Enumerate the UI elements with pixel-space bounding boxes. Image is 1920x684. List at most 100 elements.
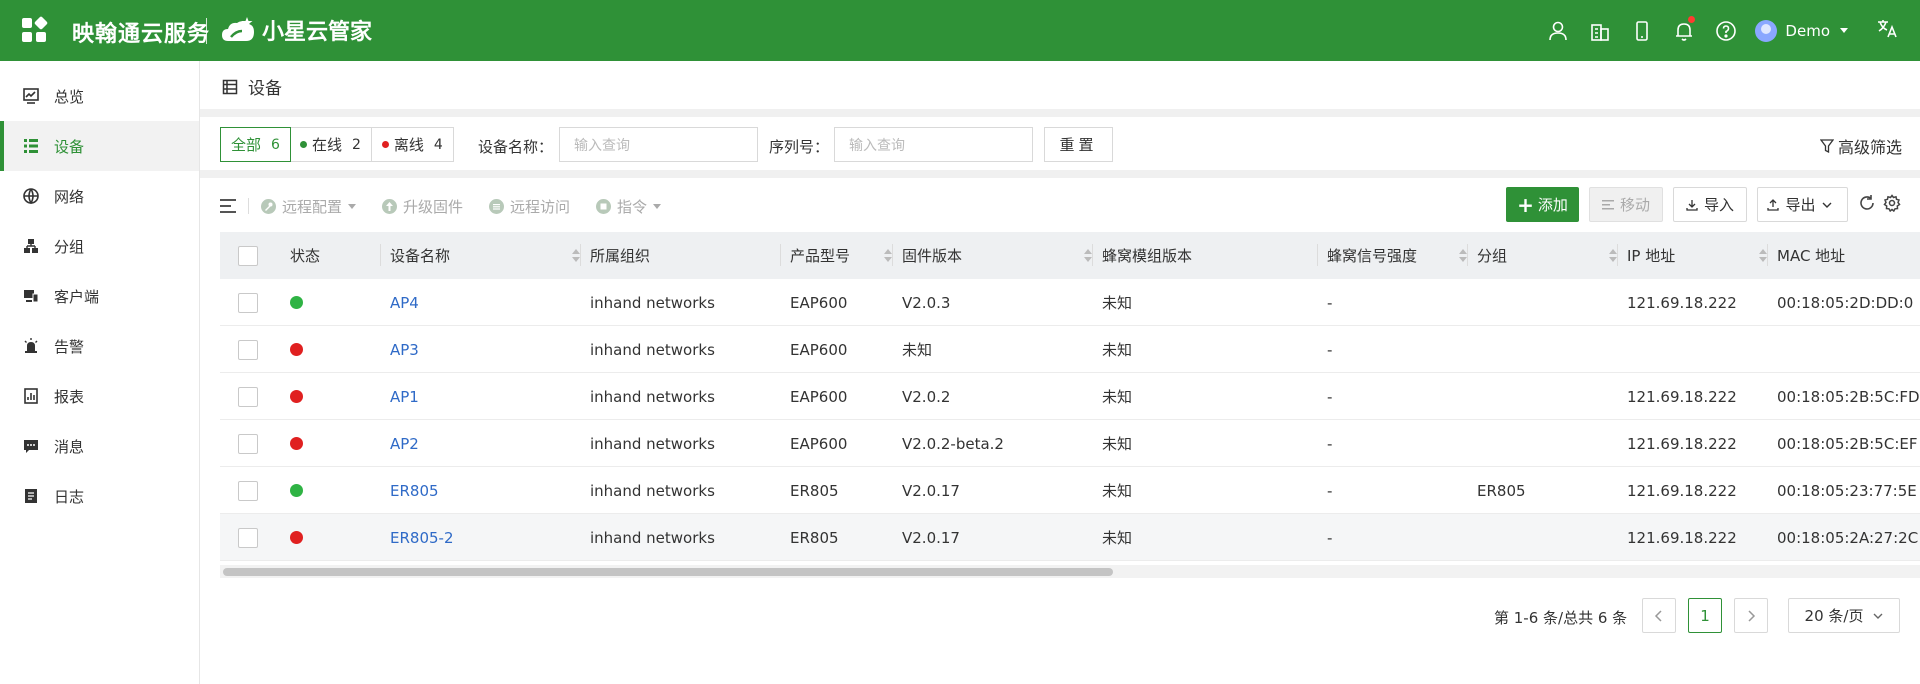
scrollbar-thumb[interactable] <box>223 568 1113 576</box>
cell-module-cell: 未知 <box>1102 388 1133 406</box>
sidebar-item-clients[interactable]: 客户端 <box>0 271 199 321</box>
table-row[interactable]: AP1 inhand networks EAP600 V2.0.2 未知 - 1… <box>220 373 1920 420</box>
firmware-cell: 未知 <box>902 341 933 359</box>
row-checkbox[interactable] <box>238 420 258 467</box>
user-account-icon[interactable] <box>1545 18 1571 44</box>
upgrade-firmware-button[interactable]: 升级固件 <box>382 196 463 217</box>
sidebar-item-alarms[interactable]: 告警 <box>0 321 199 371</box>
cell-module-cell: 未知 <box>1102 529 1133 547</box>
export-button[interactable]: 导出 <box>1757 187 1848 222</box>
offline-status-dot <box>290 531 303 544</box>
import-button[interactable]: 导入 <box>1673 187 1747 222</box>
sort-icon <box>572 249 580 263</box>
sidebar: 总览 设备 网络 分组 客户端 告警 报表 消息 日志 <box>0 61 200 684</box>
tab-all[interactable]: 全部 6 <box>220 127 291 162</box>
row-checkbox[interactable] <box>238 514 258 561</box>
cell-module-cell: 未知 <box>1102 435 1133 453</box>
sidebar-item-reports[interactable]: 报表 <box>0 371 199 421</box>
table-row[interactable]: AP3 inhand networks EAP600 未知 未知 - <box>220 326 1920 373</box>
column-model[interactable]: 产品型号 <box>790 232 902 279</box>
gear-icon[interactable] <box>1883 194 1901 212</box>
sidebar-item-groups[interactable]: 分组 <box>0 221 199 271</box>
notification-bell-icon[interactable] <box>1671 15 1697 44</box>
sidebar-item-overview[interactable]: 总览 <box>0 71 199 121</box>
help-icon[interactable] <box>1713 18 1739 44</box>
table-row[interactable]: ER805-2 inhand networks ER805 V2.0.17 未知… <box>220 514 1920 561</box>
row-checkbox[interactable] <box>238 373 258 420</box>
add-label: 添加 <box>1537 196 1568 214</box>
toolbar-label: 指令 <box>617 197 648 216</box>
serial-input[interactable]: 输入查询 <box>834 127 1033 162</box>
column-list-icon[interactable] <box>220 199 236 213</box>
move-button[interactable]: 移动 <box>1589 187 1663 222</box>
device-name-link[interactable]: ER805 <box>390 467 439 514</box>
sidebar-item-messages[interactable]: 消息 <box>0 421 199 471</box>
table-row[interactable]: AP4 inhand networks EAP600 V2.0.3 未知 - 1… <box>220 279 1920 326</box>
page-number-button[interactable]: 1 <box>1688 598 1722 633</box>
apps-grid-icon[interactable] <box>22 15 49 44</box>
column-group[interactable]: 分组 <box>1477 232 1627 279</box>
horizontal-scrollbar[interactable] <box>220 565 1920 578</box>
sidebar-item-label: 消息 <box>54 437 85 456</box>
language-switch-icon[interactable] <box>1876 17 1898 44</box>
tab-online[interactable]: 在线 2 <box>290 128 372 161</box>
table-row[interactable]: AP2 inhand networks EAP600 V2.0.2-beta.2… <box>220 420 1920 467</box>
row-checkbox[interactable] <box>238 467 258 514</box>
device-name-link[interactable]: AP1 <box>390 373 419 420</box>
tab-label: 全部 <box>231 136 262 154</box>
sidebar-item-label: 日志 <box>54 487 85 506</box>
sidebar-item-logs[interactable]: 日志 <box>0 471 199 521</box>
command-button[interactable]: 指令 <box>596 196 662 217</box>
user-menu[interactable]: Demo <box>1755 19 1848 42</box>
row-checkbox[interactable] <box>238 279 258 326</box>
next-page-button[interactable] <box>1734 598 1768 633</box>
ip-cell: 121.69.18.222 <box>1627 528 1737 547</box>
sort-icon <box>884 249 892 263</box>
device-name-link[interactable]: AP2 <box>390 420 419 467</box>
online-status-dot <box>290 296 303 309</box>
import-label: 导入 <box>1703 196 1734 214</box>
table-row[interactable]: ER805 inhand networks ER805 V2.0.17 未知 -… <box>220 467 1920 514</box>
add-button[interactable]: + 添加 <box>1506 187 1579 222</box>
sidebar-item-network[interactable]: 网络 <box>0 171 199 221</box>
mobile-icon[interactable] <box>1629 18 1655 44</box>
sidebar-item-devices[interactable]: 设备 <box>0 121 199 171</box>
chevron-down-icon <box>1840 28 1848 33</box>
chevron-down-icon <box>1873 613 1883 619</box>
device-name-link[interactable]: AP3 <box>390 326 419 373</box>
reset-button[interactable]: 重置 <box>1044 127 1113 162</box>
prev-page-button[interactable] <box>1642 598 1676 633</box>
refresh-icon[interactable] <box>1858 194 1876 212</box>
brand-name[interactable]: 映翰通云服务 <box>72 16 210 48</box>
device-name-link[interactable]: ER805-2 <box>390 514 454 561</box>
status-indicator <box>290 420 303 467</box>
remote-access-button[interactable]: 远程访问 <box>489 196 570 217</box>
page-size-select[interactable]: 20 条/页 <box>1788 598 1900 633</box>
column-separator <box>1767 244 1768 266</box>
organization-icon[interactable] <box>1587 18 1613 44</box>
signal-cell: - <box>1327 340 1333 359</box>
sidebar-item-label: 设备 <box>54 137 85 156</box>
chart-icon <box>22 87 40 105</box>
header-label: 设备名称 <box>390 247 451 265</box>
product-logo[interactable]: 小星云管家 <box>220 14 372 46</box>
pagination-summary: 第 1-6 条/总共 6 条 <box>1494 609 1628 627</box>
device-name-link[interactable]: AP4 <box>390 279 419 326</box>
org-cell: inhand networks <box>590 434 715 453</box>
plus-icon: + <box>1517 192 1534 217</box>
column-device-name[interactable]: 设备名称 <box>390 232 590 279</box>
row-checkbox[interactable] <box>238 326 258 373</box>
divider <box>200 170 1920 178</box>
advanced-filter-button[interactable]: 高级筛选 <box>1819 134 1902 158</box>
column-ip[interactable]: IP 地址 <box>1627 232 1777 279</box>
column-firmware[interactable]: 固件版本 <box>902 232 1102 279</box>
ip-cell: 121.69.18.222 <box>1627 481 1737 500</box>
signal-cell: - <box>1327 293 1333 312</box>
remote-config-button[interactable]: 远程配置 <box>261 196 357 217</box>
select-all-checkbox[interactable] <box>238 232 258 279</box>
tab-offline[interactable]: 离线 4 <box>372 128 453 161</box>
device-name-input[interactable]: 输入查询 <box>559 127 758 162</box>
column-signal[interactable]: 蜂窝信号强度 <box>1327 232 1477 279</box>
status-filter-tabs: 全部 6 在线 2 离线 4 <box>220 127 454 162</box>
mac-cell: 00:18:05:2A:27:2C <box>1777 528 1919 547</box>
